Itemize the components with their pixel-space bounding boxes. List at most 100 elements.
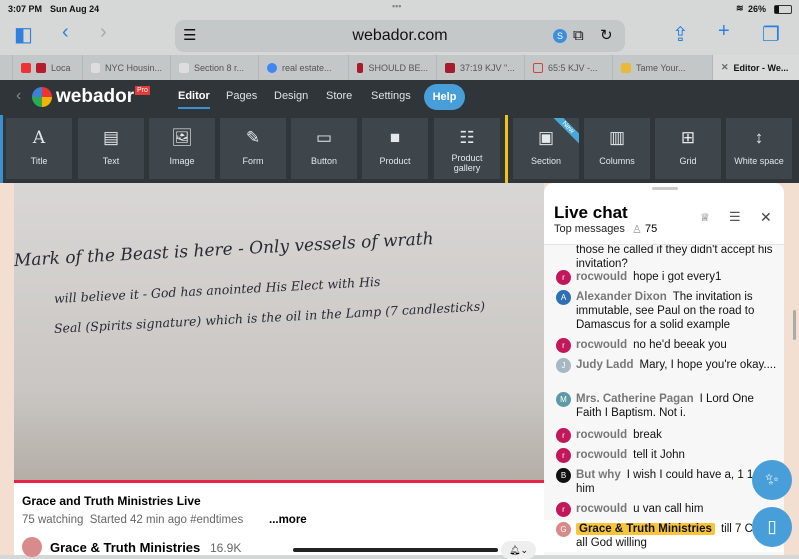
nav-editor[interactable]: Editor bbox=[178, 90, 210, 109]
battery-icon bbox=[774, 5, 792, 14]
help-button[interactable]: Help bbox=[424, 84, 465, 110]
whiteboard-text: Seal (Spirits signature) which is the oi… bbox=[53, 298, 486, 336]
video-info: Grace and Truth Ministries Live 75 watch… bbox=[14, 480, 544, 559]
tab-active[interactable]: ✕ Editor - We... bbox=[712, 55, 799, 80]
live-chat-panel: Live chat Top messages ♙ 75 ♕ ☰ ✕ those … bbox=[544, 183, 784, 555]
nav-pages[interactable]: Pages bbox=[226, 90, 257, 102]
tool-form[interactable]: ✎ Form bbox=[220, 118, 286, 179]
close-tab-icon[interactable]: ✕ bbox=[721, 62, 729, 73]
tab[interactable]: NYC Housin... bbox=[82, 55, 170, 80]
tool-label: Product bbox=[379, 156, 411, 166]
pro-badge: Pro bbox=[135, 86, 150, 95]
tool-label: Columns bbox=[599, 156, 635, 166]
drag-handle[interactable] bbox=[652, 187, 678, 190]
share-icon[interactable]: ⇪ bbox=[672, 22, 689, 47]
tool-label: Image bbox=[169, 156, 195, 166]
tool-title[interactable]: A Title bbox=[6, 118, 72, 179]
chat-header: Live chat Top messages ♙ 75 ♕ ☰ ✕ bbox=[544, 183, 784, 245]
tab[interactable]: 37:19 KJV "... bbox=[436, 55, 524, 80]
tool-label: Button bbox=[310, 156, 338, 166]
tab-label: Loca bbox=[51, 62, 71, 73]
tool-button[interactable]: ▭ Button bbox=[291, 118, 357, 179]
tool-label: Text bbox=[102, 156, 120, 166]
tool-section[interactable]: New ▣ Section bbox=[513, 118, 579, 179]
url-text: webador.com bbox=[352, 27, 448, 44]
webador-logo-icon bbox=[32, 87, 52, 107]
status-bar: 3:07 PM Sun Aug 24 ••• ≋ 26% bbox=[0, 0, 799, 18]
battery-level: 26% bbox=[748, 4, 767, 14]
tool-label: Grid bbox=[679, 156, 697, 166]
favicon-icon bbox=[36, 62, 46, 73]
tab-label: 37:19 KJV "... bbox=[460, 62, 515, 73]
extension-s-icon[interactable]: S bbox=[553, 29, 567, 43]
tab[interactable]: SHOULD BE... bbox=[348, 55, 436, 80]
more-link[interactable]: ...more bbox=[269, 514, 307, 526]
tab[interactable]: real estate... bbox=[258, 55, 348, 80]
tab[interactable]: Loca bbox=[12, 55, 82, 80]
tab-label: Tame Your... bbox=[636, 62, 686, 73]
mobile-icon: ▯ bbox=[767, 517, 777, 536]
close-icon[interactable]: ✕ bbox=[760, 209, 772, 226]
tab[interactable]: Tame Your... bbox=[612, 55, 700, 80]
favicon-icon bbox=[179, 62, 189, 73]
home-indicator bbox=[293, 548, 498, 552]
tool-image[interactable]: 🖼 Image bbox=[149, 118, 215, 179]
tool-white-space[interactable]: ↕ White space bbox=[726, 118, 792, 179]
new-tab-icon[interactable]: + bbox=[718, 20, 730, 43]
reload-icon[interactable]: ↻ bbox=[600, 20, 613, 52]
favicon-icon bbox=[91, 62, 100, 73]
form-icon: ✎ bbox=[245, 128, 261, 147]
message-text: those he called if they didn't accept hi… bbox=[576, 244, 773, 270]
whiteboard-text: Mark of the Beast is here - Only vessels… bbox=[14, 229, 435, 271]
page-scrollbar[interactable] bbox=[793, 310, 796, 340]
magic-wand-button[interactable]: ✨︎ bbox=[752, 460, 792, 500]
subscriber-count: 16.9K bbox=[210, 541, 242, 555]
tabs-overview-icon[interactable]: ❐ bbox=[762, 22, 780, 47]
tab-label: real estate... bbox=[282, 62, 332, 73]
nav-settings[interactable]: Settings bbox=[371, 90, 411, 102]
whiteboard-text: will believe it - God has anointed His E… bbox=[53, 273, 381, 306]
nav-store[interactable]: Store bbox=[326, 90, 352, 102]
forward-icon[interactable]: › bbox=[100, 21, 107, 44]
image-icon: 🖼 bbox=[171, 128, 193, 147]
address-bar[interactable]: ☰ webador.com S ⧉ ↻ bbox=[175, 20, 625, 52]
chat-mode-dropdown[interactable]: Top messages bbox=[554, 223, 625, 235]
tool-columns[interactable]: ▥ Columns bbox=[584, 118, 650, 179]
chat-title: Live chat bbox=[554, 203, 628, 222]
tool-text[interactable]: ▤ Text bbox=[78, 118, 144, 179]
viewers-icon: ♙ bbox=[632, 224, 642, 236]
notification-bell-icon[interactable]: 🔔︎⌄ bbox=[501, 541, 536, 559]
filter-settings-icon[interactable]: ☰ bbox=[729, 209, 741, 225]
back-icon[interactable]: ‹ bbox=[62, 21, 69, 44]
text-icon: ▤ bbox=[102, 128, 120, 147]
chat-message: those he called if they didn't accept hi… bbox=[556, 243, 778, 271]
video-title: Grace and Truth Ministries Live bbox=[22, 494, 201, 508]
tool-label: White space bbox=[734, 156, 784, 166]
crown-icon[interactable]: ♕ bbox=[700, 211, 710, 224]
extension-puzzle-icon[interactable]: ⧉ bbox=[573, 20, 584, 52]
google-favicon-icon bbox=[267, 62, 277, 73]
element-toolbar: A Title ▤ Text 🖼 Image ✎ Form ▭ Button ■ Produ… bbox=[0, 115, 799, 183]
tool-label: Title bbox=[30, 156, 48, 166]
channel-avatar[interactable] bbox=[22, 537, 42, 557]
product-icon: ■ bbox=[389, 128, 401, 147]
product-gallery-icon: ☷ bbox=[459, 128, 475, 147]
tab-bar: Loca NYC Housin... Section 8 r... real e… bbox=[0, 55, 799, 80]
reader-icon[interactable]: ☰ bbox=[183, 20, 196, 52]
video-player[interactable]: Mark of the Beast is here - Only vessels… bbox=[14, 183, 544, 480]
tab[interactable]: 65:5 KJV -... bbox=[524, 55, 612, 80]
nav-design[interactable]: Design bbox=[274, 90, 308, 102]
tool-grid[interactable]: ⊞ Grid bbox=[655, 118, 721, 179]
tab-label: Editor - We... bbox=[733, 62, 789, 73]
channel-name[interactable]: Grace & Truth Ministries bbox=[50, 540, 200, 555]
youtube-favicon-icon bbox=[21, 62, 31, 73]
tool-product[interactable]: ■ Product bbox=[362, 118, 428, 179]
favicon-icon bbox=[621, 62, 631, 73]
multitask-dots-icon[interactable]: ••• bbox=[392, 1, 401, 11]
sidebar-icon[interactable]: ◧ bbox=[14, 22, 33, 47]
tab[interactable]: Section 8 r... bbox=[170, 55, 258, 80]
back-chevron-icon[interactable]: ‹ bbox=[16, 87, 21, 105]
mobile-preview-button[interactable]: ▯ bbox=[752, 507, 792, 547]
editor-nav: ‹ webador Pro Editor Pages Design Store … bbox=[0, 80, 799, 115]
tool-product-gallery[interactable]: ☷ Product gallery bbox=[434, 118, 500, 179]
